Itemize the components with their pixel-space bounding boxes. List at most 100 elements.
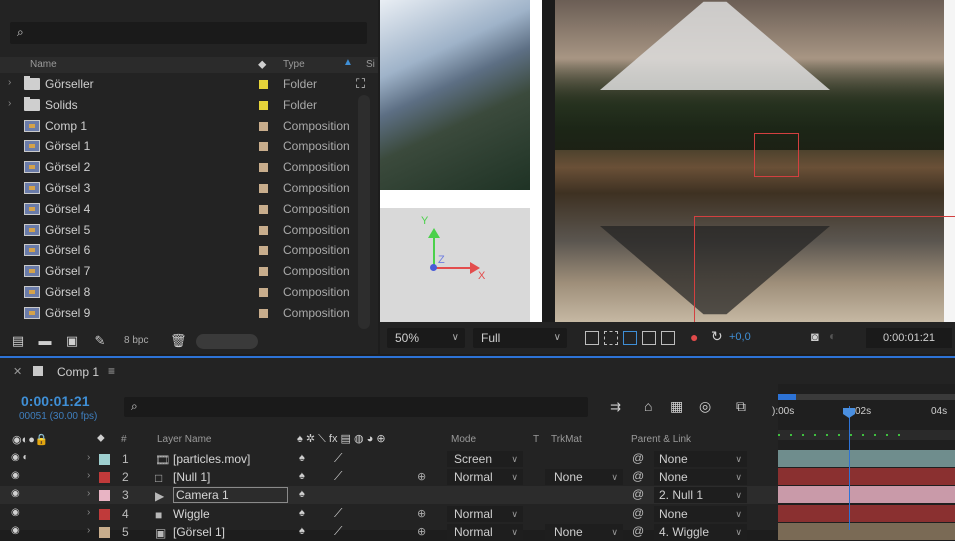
label-tag-icon[interactable]: ⬥	[258, 57, 266, 72]
pick-whip-icon[interactable]: @	[632, 451, 644, 465]
project-item[interactable]: Görsel 9 Composition	[0, 303, 372, 324]
twirl-arrow-icon[interactable]: ›	[87, 488, 90, 499]
quality-switch-icon[interactable]: ⟋	[334, 469, 342, 484]
project-item[interactable]: Görsel 5 Composition	[0, 220, 372, 241]
pick-whip-icon[interactable]: @	[632, 506, 644, 520]
z-axis-dot[interactable]	[430, 264, 437, 271]
trash-icon[interactable]: 🗑	[170, 334, 187, 348]
visibility-eye-icon[interactable]: ◉	[11, 507, 20, 518]
column-name[interactable]: Name	[30, 59, 57, 70]
label-swatch[interactable]	[259, 80, 268, 89]
3d-layer-icon[interactable]: ⊕	[417, 470, 426, 483]
layer-row[interactable]: ◉ › 4 ■ Wiggle ♠ ⟋ ⊕ Normal ∨ @ None ∨	[0, 505, 778, 523]
3d-layer-icon[interactable]: ⊕	[417, 525, 426, 538]
quality-switch-icon[interactable]: ⟋	[334, 451, 342, 466]
layer-bounding-box[interactable]	[694, 216, 955, 322]
column-type[interactable]: Type	[283, 59, 305, 70]
blend-mode-dropdown[interactable]: Screen ∨	[447, 451, 523, 467]
parent-dropdown[interactable]: None ∨	[654, 451, 747, 467]
footer-slider[interactable]	[196, 334, 258, 349]
project-item[interactable]: Görsel 7 Composition	[0, 261, 372, 282]
twirl-arrow-icon[interactable]: ›	[87, 452, 90, 463]
sort-up-icon[interactable]: ▲	[343, 57, 353, 68]
layer-row[interactable]: ◉ › 3 ▶ Camera 1 ♠ @2. Null 1 ∨	[0, 486, 778, 505]
pick-whip-icon[interactable]: @	[632, 524, 644, 538]
layer-duration-bar[interactable]	[778, 450, 955, 467]
project-item[interactable]: Comp 1 Composition	[0, 116, 372, 137]
layer-duration-bar[interactable]	[778, 468, 955, 486]
pen-icon[interactable]: ✎	[92, 334, 108, 348]
exposure-value[interactable]: +0,0	[729, 331, 751, 343]
shy-switch-icon[interactable]: ♠	[299, 507, 305, 519]
work-area-bar[interactable]	[778, 394, 955, 400]
reset-exposure-icon[interactable]: ↻	[711, 328, 723, 345]
layer-name[interactable]: [Null 1]	[173, 470, 210, 484]
label-swatch[interactable]	[259, 308, 268, 318]
x-axis-arrow[interactable]	[435, 267, 473, 269]
graph-editor-icon[interactable]: ⧉	[736, 398, 746, 415]
close-icon[interactable]: ✕	[13, 365, 22, 378]
layer-label-swatch[interactable]	[99, 472, 110, 484]
interpret-footage-icon[interactable]: ▤	[10, 334, 26, 348]
null-selection-box[interactable]	[754, 133, 799, 177]
label-swatch[interactable]	[259, 121, 268, 131]
layer-name[interactable]: Camera 1	[173, 487, 288, 504]
channel-rgb-icon[interactable]: ●	[690, 329, 698, 345]
layer-row[interactable]: ◉ › 5 ▣ [Görsel 1] ♠ ⟋ ⊕ Normal ∨ None ∨ @4. Wiggle ∨	[0, 523, 778, 541]
layer-label-swatch[interactable]	[99, 490, 110, 502]
mask-visibility-icon[interactable]	[623, 331, 637, 345]
region-of-interest-icon[interactable]	[642, 331, 656, 345]
layer-name-column[interactable]: Layer Name	[157, 434, 211, 445]
time-ruler[interactable]: ):00s 02s 04s	[772, 384, 955, 540]
playhead-icon[interactable]	[843, 408, 855, 418]
draft-3d-icon[interactable]: ⌂	[644, 398, 652, 414]
resolution-dropdown[interactable]: Full ∨	[473, 328, 567, 348]
label-swatch[interactable]	[259, 163, 268, 173]
parent-dropdown[interactable]: 4. Wiggle ∨	[654, 523, 747, 540]
project-item[interactable]: Görsel 6 Composition	[0, 240, 372, 261]
project-item[interactable]: Görsel 8 Composition	[0, 282, 372, 303]
viewer-timecode[interactable]: 0:00:01:21	[866, 328, 952, 348]
current-time-indicator[interactable]	[849, 406, 850, 530]
label-swatch[interactable]	[259, 204, 268, 214]
label-swatch[interactable]	[259, 246, 268, 256]
project-search-input[interactable]: ⌕	[10, 22, 367, 44]
chevron-right-icon[interactable]: ›	[8, 98, 11, 109]
grid-guides-icon[interactable]	[661, 331, 675, 345]
shy-switch-icon[interactable]: ♠	[299, 488, 305, 500]
snapshot-icon[interactable]: ◙	[811, 329, 819, 344]
new-comp-icon[interactable]: ▣	[64, 334, 80, 348]
layer-duration-bar[interactable]	[778, 504, 955, 522]
blend-mode-dropdown[interactable]: Normal ∨	[447, 505, 523, 522]
quality-switch-icon[interactable]: ⟋	[334, 506, 342, 521]
bit-depth-button[interactable]: 8 bpc	[124, 335, 148, 346]
label-swatch[interactable]	[259, 142, 268, 152]
panel-menu-icon[interactable]: ≡	[108, 364, 115, 378]
column-size[interactable]: Si	[366, 59, 375, 70]
project-item[interactable]: Görsel 3 Composition	[0, 178, 372, 199]
layer-duration-bar[interactable]	[778, 522, 955, 540]
shy-switch-icon[interactable]: ♠	[299, 452, 305, 464]
3d-layer-icon[interactable]: ⊕	[417, 507, 426, 520]
label-swatch[interactable]	[259, 100, 268, 110]
layer-label-swatch[interactable]	[99, 508, 110, 520]
trkmat-dropdown[interactable]: None ∨	[545, 469, 623, 486]
quality-switch-icon[interactable]: ⟋	[334, 524, 342, 539]
chevron-right-icon[interactable]: ›	[8, 77, 11, 88]
work-area-start[interactable]	[778, 394, 796, 400]
project-item[interactable]: › Solids Folder	[0, 95, 372, 116]
shy-switch-icon[interactable]: ♠	[299, 525, 305, 537]
visibility-eye-icon[interactable]: ◉	[11, 488, 20, 499]
label-swatch[interactable]	[259, 288, 268, 297]
label-swatch[interactable]	[259, 225, 268, 235]
project-item[interactable]: Görsel 1 Composition	[0, 136, 372, 157]
motion-blur-icon[interactable]: ◎	[699, 398, 711, 415]
trkmat-dropdown[interactable]: None ∨	[545, 523, 623, 540]
layer-label-swatch[interactable]	[99, 526, 110, 538]
project-item[interactable]: Görsel 2 Composition	[0, 157, 372, 178]
label-swatch[interactable]	[259, 267, 268, 277]
pick-whip-icon[interactable]: @	[632, 469, 644, 483]
current-time[interactable]: 0:00:01:21	[21, 393, 90, 409]
new-folder-icon[interactable]: ▬	[37, 334, 53, 348]
parent-dropdown[interactable]: None ∨	[654, 469, 747, 486]
